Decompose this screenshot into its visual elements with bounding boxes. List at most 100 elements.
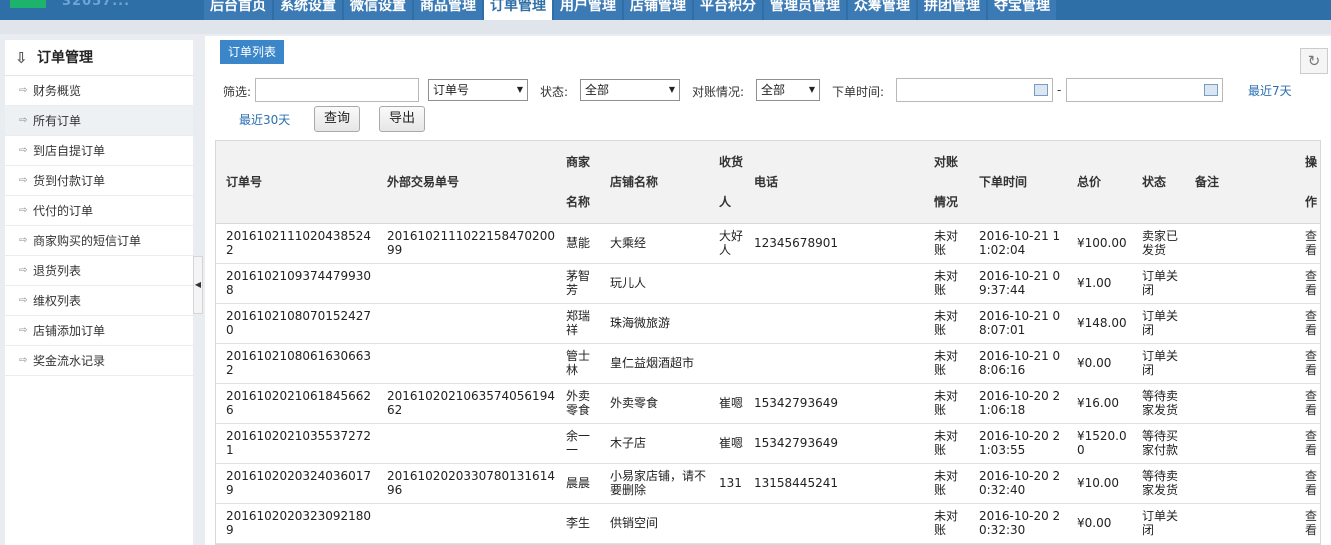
nav-item[interactable]: 用户管理 xyxy=(554,0,622,20)
cell-ext-no xyxy=(377,423,556,464)
sidebar-collapse-handle[interactable]: ◀ xyxy=(193,256,203,314)
cell-shop: 玩儿人 xyxy=(600,263,709,304)
col-total: 总价 xyxy=(1067,141,1132,224)
recon-select-value: 全部 xyxy=(761,83,786,97)
status-select[interactable]: 全部 ▼ xyxy=(580,79,680,101)
nav-item[interactable]: 夺宝管理 xyxy=(988,0,1056,20)
nav-item[interactable]: 订单管理 xyxy=(484,0,552,20)
recent-30-days-link[interactable]: 最近30天 xyxy=(239,111,290,128)
status-select-value: 全部 xyxy=(585,83,610,97)
end-date-input[interactable] xyxy=(1066,78,1223,102)
cell-remark xyxy=(1185,303,1295,344)
arrow-right-icon: ⇨ xyxy=(19,354,28,366)
refresh-icon[interactable]: ↻ xyxy=(1300,48,1328,74)
time-label: 下单时间: xyxy=(832,85,885,99)
cell-merchant: 郑瑞祥 xyxy=(556,303,600,344)
cell-op[interactable]: 查看 xyxy=(1295,223,1320,264)
table-row: 20161020203240360179 20161020203307801316… xyxy=(216,463,1320,504)
cell-remark xyxy=(1185,383,1295,424)
recent-7-days-link[interactable]: 最近7天 xyxy=(1248,82,1292,99)
cell-merchant: 外卖零食 xyxy=(556,383,600,424)
cell-phone xyxy=(744,263,924,304)
table-row: 20161020210618456626 20161020210635740561… xyxy=(216,383,1320,424)
nav-item[interactable]: 系统设置 xyxy=(274,0,342,20)
nav-item[interactable]: 店铺管理 xyxy=(624,0,692,20)
sidebar-item[interactable]: ⇨ 财务概览 xyxy=(5,76,193,106)
cell-shop: 皇仁益烟酒超市 xyxy=(600,343,709,384)
col-receiver-line1: 收货 xyxy=(719,154,744,169)
cell-op[interactable]: 查看 xyxy=(1295,503,1320,544)
filter-bar: 筛选: 订单号 ▼ 状态: 全部 ▼ 对账情况: 全部 ▼ 下单时间: - 最近… xyxy=(205,78,1331,102)
sidebar-item[interactable]: ⇨ 所有订单 xyxy=(5,106,193,136)
cell-recv: 131 xyxy=(709,463,744,504)
sidebar-item[interactable]: ⇨ 到店自提订单 xyxy=(5,136,193,166)
cell-order-no: 20161020203230921809 xyxy=(216,503,377,544)
cell-time: 2016-10-20 21:06:18 xyxy=(969,383,1067,424)
nav-item[interactable]: 商品管理 xyxy=(414,0,482,20)
cell-recv: 大好人 xyxy=(709,223,744,264)
calendar-icon[interactable] xyxy=(1204,84,1218,96)
calendar-icon[interactable] xyxy=(1034,84,1048,96)
export-button[interactable]: 导出 xyxy=(379,106,425,132)
sidebar-item[interactable]: ⇨ 商家购买的短信订单 xyxy=(5,226,193,256)
cell-time: 2016-10-21 08:06:16 xyxy=(969,343,1067,384)
sidebar-item-label: 代付的订单 xyxy=(33,203,94,218)
nav-item[interactable]: 平台积分 xyxy=(694,0,762,20)
tab-order-list[interactable]: 订单列表 xyxy=(220,40,285,64)
nav-item[interactable]: 微信设置 xyxy=(344,0,412,20)
cell-order-no: 20161021080616306632 xyxy=(216,343,377,384)
cell-ext-no: 20161020203307801316149​6 xyxy=(377,463,556,504)
table-row: 20161021110204385242 20161021110221584702… xyxy=(216,223,1320,264)
cell-op[interactable]: 查看 xyxy=(1295,263,1320,304)
col-operation-line2: 作 xyxy=(1305,194,1318,209)
cell-shop: 外卖零食 xyxy=(600,383,709,424)
sidebar-title-label: 订单管理 xyxy=(37,49,93,66)
sidebar-item[interactable]: ⇨ 维权列表 xyxy=(5,286,193,316)
field-select[interactable]: 订单号 ▼ xyxy=(428,79,528,101)
nav-item[interactable]: 后台首页 xyxy=(204,0,272,20)
main-panel: 订单列表 ↻ 筛选: 订单号 ▼ 状态: 全部 ▼ 对账情况: 全部 ▼ 下单时… xyxy=(205,36,1331,545)
sidebar-item[interactable]: ⇨ 退货列表 xyxy=(5,256,193,286)
col-status: 状态 xyxy=(1132,141,1185,224)
cell-recv: 崔嗯 xyxy=(709,423,744,464)
arrow-down-icon: ⇩ xyxy=(15,48,28,67)
query-button[interactable]: 查询 xyxy=(314,106,360,132)
cell-total: ¥1.00 xyxy=(1067,263,1132,304)
filter-input[interactable] xyxy=(255,78,419,102)
col-merchant: 商家 名称 xyxy=(556,141,600,224)
cell-status: 订单关闭 xyxy=(1132,503,1185,544)
cell-op[interactable]: 查看 xyxy=(1295,343,1320,384)
nav-item[interactable]: 拼团管理 xyxy=(918,0,986,20)
sidebar-item[interactable]: ⇨ 店铺添加订单 xyxy=(5,316,193,346)
cell-time: 2016-10-21 11:02:04 xyxy=(969,223,1067,264)
recon-select[interactable]: 全部 ▼ xyxy=(756,79,820,101)
cell-op[interactable]: 查看 xyxy=(1295,423,1320,464)
sidebar-item-label: 财务概览 xyxy=(33,83,82,98)
cell-recon: 未对账 xyxy=(924,343,969,384)
cell-op[interactable]: 查看 xyxy=(1295,303,1320,344)
cell-remark xyxy=(1185,463,1295,504)
nav-item[interactable]: 管理员管理 xyxy=(764,0,846,20)
sidebar-item[interactable]: ⇨ 代付的订单 xyxy=(5,196,193,226)
table-row: 20161021080701524270 郑瑞祥 珠海微旅游 未对账 2016-10-2… xyxy=(216,303,1320,344)
col-time: 下单时间 xyxy=(969,141,1067,224)
sidebar-item[interactable]: ⇨ 奖金流水记录 xyxy=(5,346,193,376)
cell-status: 卖家已发货 xyxy=(1132,223,1185,264)
cell-op[interactable]: 查看 xyxy=(1295,463,1320,504)
start-date-input[interactable] xyxy=(896,78,1053,102)
col-operation-line1: 操 xyxy=(1305,154,1318,169)
nav-item[interactable]: 众筹管理 xyxy=(848,0,916,20)
col-order-no: 订单号 xyxy=(216,141,377,224)
orders-table: 订单号 外部交易单号 商家 名称 店铺名称 收货人 电话 对账 情况 下单时间 总价… xyxy=(215,140,1321,545)
col-merchant-line2: 名称 xyxy=(566,194,591,209)
cell-total: ¥100.00 xyxy=(1067,223,1132,264)
arrow-right-icon: ⇨ xyxy=(19,174,28,186)
sidebar-item[interactable]: ⇨ 货到付款订单 xyxy=(5,166,193,196)
cell-op[interactable]: 查看 xyxy=(1295,383,1320,424)
cell-status: 等待卖家发货 xyxy=(1132,463,1185,504)
chevron-down-icon: ▼ xyxy=(808,85,815,94)
filter-label: 筛选: xyxy=(223,85,252,99)
arrow-right-icon: ⇨ xyxy=(19,84,28,96)
col-remark: 备注 xyxy=(1185,141,1295,224)
sub-header-bar xyxy=(0,20,1331,34)
